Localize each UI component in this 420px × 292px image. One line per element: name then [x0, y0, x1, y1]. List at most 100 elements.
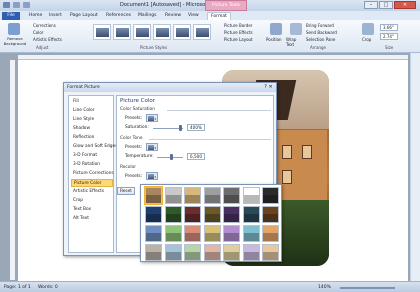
corrections-button[interactable]: Corrections [33, 23, 56, 28]
tab-page-layout[interactable]: Page Layout [67, 12, 101, 20]
tone-presets-dropdown[interactable]: ▾ [146, 143, 158, 151]
recolor-swatch[interactable] [223, 187, 240, 204]
nav-3d-rotation[interactable]: 3-D Rotation [71, 161, 113, 169]
position-icon[interactable] [270, 23, 282, 35]
picture-style-5[interactable] [173, 24, 191, 40]
tab-format[interactable]: Format [207, 12, 231, 20]
zoom-slider[interactable] [340, 287, 395, 289]
minimize-button[interactable]: – [364, 1, 378, 9]
remove-background-icon[interactable] [8, 23, 20, 35]
dialog-close-button[interactable]: ? ✕ [264, 84, 273, 91]
picture-style-3[interactable] [133, 24, 151, 40]
recolor-swatch[interactable] [144, 186, 163, 205]
bring-forward-button[interactable]: Bring Forward [306, 23, 334, 28]
recolor-swatch[interactable] [203, 187, 221, 204]
picture-style-4[interactable] [153, 24, 171, 40]
recolor-swatch[interactable] [242, 244, 260, 261]
recolor-swatch[interactable] [203, 225, 221, 242]
tab-home[interactable]: Home [26, 12, 45, 20]
word-icon[interactable] [3, 2, 10, 8]
nav-crop[interactable]: Crop [71, 197, 113, 205]
recolor-swatch[interactable] [262, 206, 279, 223]
tab-review[interactable]: Review [162, 12, 184, 20]
recolor-swatch[interactable] [223, 244, 240, 261]
position-button[interactable]: Position [266, 37, 282, 42]
tab-view[interactable]: View [185, 12, 202, 20]
nav-shadow[interactable]: Shadow [71, 125, 113, 133]
recolor-swatch[interactable] [184, 187, 201, 204]
remove-background-button[interactable]: Remove Background [2, 36, 28, 46]
recolor-swatch[interactable] [223, 225, 240, 242]
nav-line-color[interactable]: Line Color [71, 107, 113, 115]
tab-references[interactable]: References [103, 12, 134, 20]
picture-layout-button[interactable]: Picture Layout [224, 37, 253, 42]
page-count[interactable]: Page: 1 of 1 [4, 285, 31, 290]
word-count[interactable]: Words: 0 [38, 285, 58, 290]
recolor-swatch[interactable] [184, 206, 201, 223]
width-field[interactable]: 2.74" [380, 33, 398, 40]
recolor-swatch[interactable] [164, 187, 182, 204]
vertical-scrollbar[interactable] [410, 53, 420, 281]
picture-border-button[interactable]: Picture Border [224, 23, 252, 28]
tab-insert[interactable]: Insert [46, 12, 65, 20]
temperature-input[interactable]: 6,500 [187, 153, 205, 160]
reset-button[interactable]: Reset [117, 187, 135, 195]
nav-line-style[interactable]: Line Style [71, 116, 113, 124]
nav-artistic-effects[interactable]: Artistic Effects [71, 188, 113, 196]
nav-reflection[interactable]: Reflection [71, 134, 113, 142]
picture-tools-context-tab: Picture Tools [205, 0, 247, 11]
nav-3d-format[interactable]: 3-D Format [71, 152, 113, 160]
vertical-ruler[interactable] [10, 60, 15, 280]
dialog-title: Format Picture [64, 83, 276, 92]
crop-button[interactable]: Crop [362, 37, 371, 42]
recolor-swatch[interactable] [223, 206, 240, 223]
send-backward-button[interactable]: Send Backward [306, 30, 337, 35]
tab-mailings[interactable]: Mailings [135, 12, 159, 20]
recolor-swatch[interactable] [262, 187, 279, 204]
wrap-text-button[interactable]: Wrap Text [286, 37, 302, 47]
zoom-level[interactable]: 140% [318, 285, 331, 290]
recolor-swatch[interactable] [164, 206, 182, 223]
crop-icon[interactable] [362, 23, 374, 35]
recolor-swatch[interactable] [145, 206, 162, 223]
recolor-presets-dropdown[interactable]: ▾ [146, 172, 158, 180]
nav-fill[interactable]: Fill [71, 98, 113, 106]
nav-text-box[interactable]: Text Box [71, 206, 113, 214]
picture-style-1[interactable] [93, 24, 111, 40]
recolor-swatch[interactable] [164, 225, 182, 242]
height-field[interactable]: 3.66" [380, 24, 398, 31]
picture-style-2[interactable] [113, 24, 131, 40]
wrap-text-icon[interactable] [290, 23, 302, 35]
nav-picture-color[interactable]: Picture Color [71, 179, 113, 187]
artistic-effects-button[interactable]: Artistic Effects [33, 37, 62, 42]
recolor-swatch[interactable] [164, 244, 182, 261]
recolor-swatch[interactable] [203, 206, 221, 223]
selection-pane-button[interactable]: Selection Pane [306, 37, 335, 42]
save-icon[interactable] [13, 2, 20, 8]
nav-alt-text[interactable]: Alt Text [71, 215, 113, 223]
color-button[interactable]: Color [33, 30, 43, 35]
maximize-button[interactable]: □ [379, 1, 393, 9]
picture-style-6[interactable] [193, 24, 211, 40]
undo-icon[interactable] [23, 2, 30, 8]
saturation-presets-dropdown[interactable]: ▾ [146, 114, 158, 122]
recolor-swatch[interactable] [145, 225, 162, 242]
recolor-swatch[interactable] [203, 244, 221, 261]
recolor-swatch[interactable] [242, 187, 260, 204]
recolor-swatch[interactable] [184, 244, 201, 261]
recolor-swatch[interactable] [145, 244, 162, 261]
saturation-input[interactable]: 400% [187, 124, 205, 131]
recolor-swatch[interactable] [262, 225, 279, 242]
recolor-swatch[interactable] [242, 206, 260, 223]
temperature-slider-thumb[interactable] [169, 154, 173, 160]
picture-effects-button[interactable]: Picture Effects [224, 30, 253, 35]
recolor-swatch[interactable] [262, 244, 279, 261]
size-group-label: Size [385, 45, 394, 50]
close-button[interactable]: ✕ [394, 1, 416, 9]
nav-picture-corrections[interactable]: Picture Corrections [71, 170, 114, 178]
nav-glow-soft-edges[interactable]: Glow and Soft Edges [71, 143, 117, 151]
recolor-swatch[interactable] [242, 225, 260, 242]
recolor-swatch[interactable] [184, 225, 201, 242]
tab-file[interactable]: File [2, 12, 20, 20]
saturation-slider-thumb[interactable] [178, 125, 182, 131]
